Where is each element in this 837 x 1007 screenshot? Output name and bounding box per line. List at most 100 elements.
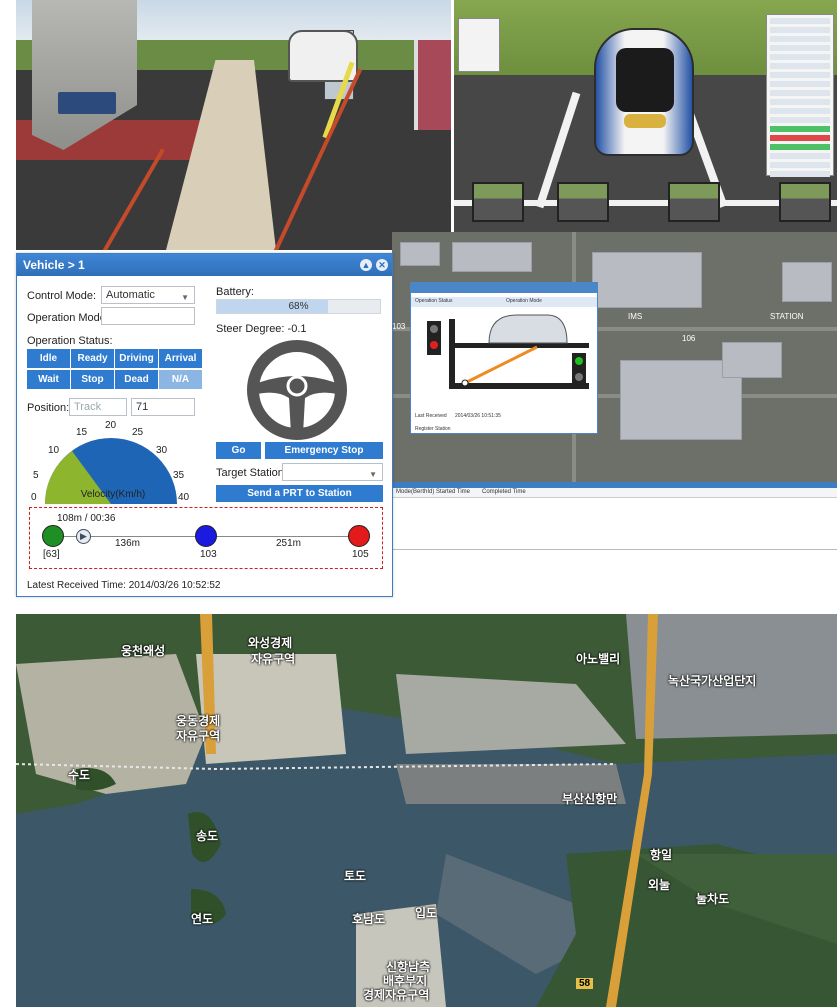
battery-value: 68% <box>288 301 309 312</box>
bench <box>58 92 116 114</box>
progress-text: 108m / 00:36 <box>57 513 116 524</box>
close-icon[interactable]: ✕ <box>376 259 388 271</box>
camera-thumbnail[interactable] <box>668 182 720 222</box>
last-received-value: 2014/03/26 10:51:35 <box>455 413 501 419</box>
start-node-label: [63] <box>43 549 60 560</box>
camera-thumbnail[interactable] <box>472 182 524 222</box>
operation-status-label: Operation Status <box>415 298 453 304</box>
map-label: 부산신항만 <box>562 792 618 806</box>
operation-mode-label: Operation Mode <box>506 298 542 304</box>
status-arrival[interactable]: Arrival <box>159 349 202 368</box>
map-label: STATION <box>770 312 804 321</box>
gauge-tick: 30 <box>156 445 168 456</box>
panel-header[interactable]: Vehicle > 1 ▲ ✕ <box>17 254 392 276</box>
control-mode-select[interactable]: Automatic ▼ <box>101 286 195 304</box>
latest-received-time: Latest Received Time: 2014/03/26 10:52:5… <box>27 580 221 591</box>
go-button[interactable]: Go <box>216 442 261 459</box>
chevron-down-icon: ▼ <box>181 293 189 302</box>
operation-mode-field[interactable] <box>101 307 195 325</box>
event-table[interactable]: Mode(BerthId) Started Time Completed Tim… <box>392 482 837 550</box>
position-label: Position: <box>27 402 70 414</box>
target-station-select[interactable]: ▼ <box>282 463 383 481</box>
target-station-label: Target Station: <box>216 467 287 479</box>
map-label: 자유구역 <box>251 652 296 666</box>
gauge-tick: 0 <box>31 492 37 503</box>
gauge-tick: 15 <box>76 427 88 438</box>
map-label: 수도 <box>68 768 91 782</box>
steering-wheel-icon <box>247 340 347 440</box>
camera-thumbnail[interactable] <box>779 182 831 222</box>
status-dead[interactable]: Dead <box>115 370 158 389</box>
map-label: 자유구역 <box>176 729 221 743</box>
map-label: 아노밸리 <box>576 652 621 666</box>
panel-title: Vehicle > 1 <box>23 258 85 272</box>
vehicle-marker-icon: ▶ <box>76 529 91 544</box>
segment-distance: 136m <box>115 538 141 549</box>
emergency-stop-button[interactable]: Emergency Stop <box>265 442 383 459</box>
operation-mode-label: Operation Mode: <box>27 312 109 324</box>
mid-node[interactable] <box>195 525 217 547</box>
vehicle-subwindow[interactable]: Operation Status Operation Mode Last Rec… <box>410 282 598 434</box>
map-label: 눌차도 <box>696 892 730 906</box>
velocity-gauge: 0 5 10 15 20 25 30 35 40 Velocity(Km/h) <box>31 420 190 504</box>
curb <box>414 40 451 130</box>
operation-status-label: Operation Status: <box>27 335 113 347</box>
column-header: Completed Time <box>482 489 526 495</box>
gauge-tick: 25 <box>132 427 144 438</box>
map-label: 외눌 <box>648 878 671 892</box>
start-node[interactable] <box>42 525 64 547</box>
simulation-view-left <box>16 0 451 250</box>
battery-label: Battery: <box>216 286 254 298</box>
track-diagram <box>427 314 589 389</box>
status-idle[interactable]: Idle <box>27 349 70 368</box>
column-header: Started Time <box>436 489 471 495</box>
gauge-label: Velocity(Km/h) <box>81 489 145 500</box>
battery-bar: 68% <box>216 299 381 314</box>
segment-distance: 251m <box>276 538 302 549</box>
route-progress: 108m / 00:36 ▶ [63] 136m 103 251m 105 <box>29 507 383 569</box>
status-na[interactable]: N/A <box>159 370 202 389</box>
map-label: 호남도 <box>352 912 386 926</box>
info-panel <box>458 18 500 72</box>
gauge-tick: 10 <box>48 445 60 456</box>
status-wait[interactable]: Wait <box>27 370 70 389</box>
position-track-field[interactable]: Track <box>69 398 127 416</box>
register-station-label: Register Station <box>415 426 451 432</box>
end-node[interactable] <box>348 525 370 547</box>
steer-degree-label: Steer Degree: -0.1 <box>216 323 307 335</box>
camera-thumbnail[interactable] <box>557 182 609 222</box>
control-mode-label: Control Mode: <box>27 290 97 302</box>
route-badge: 58 <box>576 978 594 989</box>
send-prt-button[interactable]: Send a PRT to Station <box>216 485 383 502</box>
map-label: 와성경제 <box>248 636 293 650</box>
map-label: 입도 <box>415 906 438 920</box>
map-label: 토도 <box>344 869 367 883</box>
position-value-field[interactable]: 71 <box>131 398 195 416</box>
map-label: 106 <box>682 334 696 343</box>
column-header: Mode(BerthId) <box>396 489 435 495</box>
gauge-tick: 40 <box>178 492 190 503</box>
mid-node-label: 103 <box>200 549 217 560</box>
map-label: 경제자유구역 <box>363 988 430 1002</box>
map-label: 연도 <box>191 912 214 926</box>
last-received-label: Last Received <box>415 413 447 419</box>
simulation-view-right <box>454 0 837 232</box>
map-label: IMS <box>628 312 643 321</box>
status-ready[interactable]: Ready <box>71 349 114 368</box>
map-label: 웅천왜성 <box>121 644 166 658</box>
end-node-label: 105 <box>352 549 369 560</box>
map-label: 송도 <box>196 829 219 843</box>
aerial-map-busan-newport[interactable]: 웅천왜성 와성경제 자유구역 웅동경제 자유구역 수도 송도 연도 토도 호남도… <box>16 614 837 1007</box>
status-stop[interactable]: Stop <box>71 370 114 389</box>
chevron-down-icon: ▼ <box>369 470 377 479</box>
map-label: 103 <box>392 322 406 331</box>
composite-screenshot: IMS STATION 103 106 Operation Status Ope… <box>0 0 837 1007</box>
status-table <box>766 14 834 177</box>
gauge-tick: 35 <box>173 470 185 481</box>
prt-pod <box>594 28 694 156</box>
status-driving[interactable]: Driving <box>115 349 158 368</box>
gauge-tick: 20 <box>105 420 117 431</box>
vehicle-panel[interactable]: Vehicle > 1 ▲ ✕ Control Mode: Automatic ▼… <box>16 253 393 597</box>
map-label: 녹산국가산업단지 <box>668 674 757 688</box>
collapse-icon[interactable]: ▲ <box>360 259 372 271</box>
